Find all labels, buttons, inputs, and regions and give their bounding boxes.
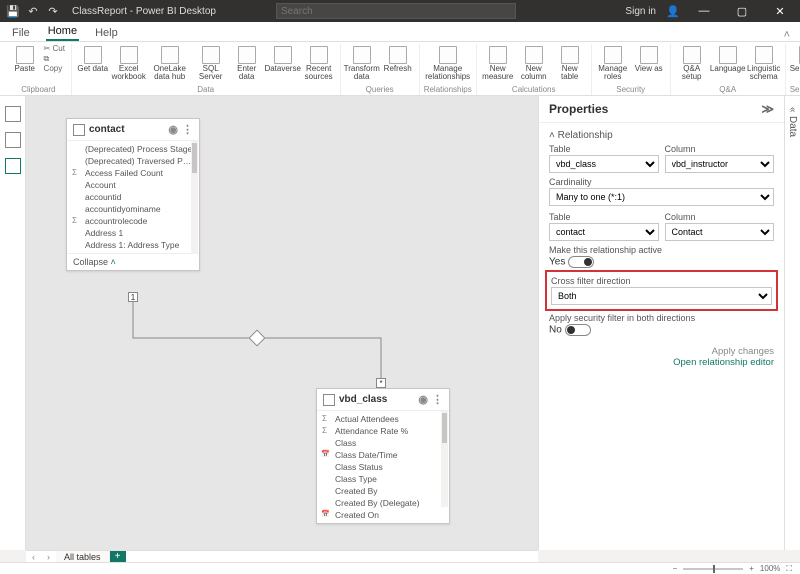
expand-icon[interactable]: ≫ <box>761 102 774 116</box>
ribbon-group-clipboard: Paste ✂ Cut ⧉ Copy Clipboard <box>6 44 72 95</box>
model-view-icon[interactable] <box>5 158 21 174</box>
save-icon[interactable]: 💾 <box>6 4 20 18</box>
left-view-rail <box>0 96 26 550</box>
ribbon-group-security: Manage roles View as Security <box>592 44 671 95</box>
onelake-button[interactable]: OneLake data hub <box>148 44 192 81</box>
rel-endpoint-many: * <box>376 378 386 388</box>
new-table-button[interactable]: New table <box>553 44 587 81</box>
ribbon-group-queries: Transform data Refresh Queries <box>341 44 420 95</box>
paste-button[interactable]: Paste <box>10 44 40 73</box>
language-button[interactable]: Language <box>711 44 745 73</box>
title-bar: 💾 ↶ ↷ ClassReport - Power BI Desktop Sig… <box>0 0 800 22</box>
window-title: ClassReport - Power BI Desktop <box>72 6 216 17</box>
ribbon-collapse-icon[interactable]: ˄ <box>784 29 790 41</box>
close-button[interactable]: ✕ <box>766 5 794 18</box>
properties-title: Properties <box>549 102 608 116</box>
dataverse-button[interactable]: Dataverse <box>266 44 300 73</box>
sensitivity-button[interactable]: Sensitivity <box>791 44 800 73</box>
tab-file[interactable]: File <box>10 25 32 41</box>
recent-sources-button[interactable]: Recent sources <box>302 44 336 81</box>
ribbon-group-calc: New measure New column New table Calcula… <box>477 44 592 95</box>
table-field[interactable]: Class Type <box>317 473 449 485</box>
linguistic-button[interactable]: Linguistic schema <box>747 44 781 81</box>
tab-home[interactable]: Home <box>46 23 79 41</box>
table-icon <box>323 394 335 406</box>
report-view-icon[interactable] <box>5 106 21 122</box>
data-pane-collapsed[interactable]: «Data <box>784 96 800 550</box>
table-field[interactable]: Created By <box>317 485 449 497</box>
menu-tabs: File Home Help ˄ <box>0 22 800 42</box>
zoom-in-icon[interactable]: + <box>749 564 754 573</box>
tabs-next-icon[interactable]: › <box>41 552 56 562</box>
column2-select[interactable]: Contact <box>665 223 775 241</box>
active-toggle[interactable] <box>568 256 594 268</box>
scrollbar[interactable] <box>441 411 448 507</box>
bottom-tabs: ‹ › All tables + <box>26 550 538 562</box>
tabs-prev-icon[interactable]: ‹ <box>26 552 41 562</box>
ribbon-group-sensitivity: Sensitivity Sensitivity <box>786 44 800 95</box>
maximize-button[interactable]: ▢ <box>728 5 756 18</box>
chevron-left-icon: « <box>787 107 798 113</box>
excel-button[interactable]: Excel workbook <box>112 44 146 81</box>
table-field[interactable]: Attendance Rate % <box>317 425 449 437</box>
new-measure-button[interactable]: New measure <box>481 44 515 81</box>
search-box[interactable] <box>276 3 516 19</box>
tab-all-tables[interactable]: All tables <box>56 551 110 562</box>
view-as-button[interactable]: View as <box>632 44 666 73</box>
tab-help[interactable]: Help <box>93 25 120 41</box>
enter-data-button[interactable]: Enter data <box>230 44 264 81</box>
table-name: vbd_class <box>339 394 387 405</box>
table-field[interactable]: Created On <box>317 509 449 521</box>
data-view-icon[interactable] <box>5 132 21 148</box>
get-data-button[interactable]: Get data <box>76 44 110 73</box>
column1-select[interactable]: vbd_instructor <box>665 155 775 173</box>
signin-link[interactable]: Sign in <box>625 6 656 17</box>
cut-button[interactable]: ✂ Cut <box>44 44 67 53</box>
table2-select[interactable]: contact <box>549 223 659 241</box>
search-input[interactable] <box>276 3 516 19</box>
cardinality-select[interactable]: Many to one (*:1) <box>549 188 774 206</box>
zoom-level: 100% <box>760 564 780 573</box>
crossfilter-select[interactable]: Both <box>551 287 772 305</box>
ribbon-group-qa: Q&A setup Language Linguistic schema Q&A <box>671 44 786 95</box>
model-canvas[interactable]: contact ◉⋮ (Deprecated) Process Stage(De… <box>26 96 538 550</box>
minimize-button[interactable]: — <box>690 5 718 17</box>
rel-endpoint-one: 1 <box>128 292 138 302</box>
zoom-out-icon[interactable]: − <box>673 564 678 573</box>
undo-icon[interactable]: ↶ <box>26 4 40 18</box>
transform-button[interactable]: Transform data <box>345 44 379 81</box>
table-field[interactable]: Created By (Delegate) <box>317 497 449 509</box>
properties-pane: Properties ≫ ˄ Relationship Table vbd_cl… <box>538 96 784 550</box>
section-relationship[interactable]: ˄ Relationship <box>549 127 774 144</box>
zoom-slider[interactable] <box>683 568 743 570</box>
fit-icon[interactable]: ⛶ <box>786 564 792 574</box>
security-toggle[interactable] <box>565 324 591 336</box>
sql-button[interactable]: SQL Server <box>194 44 228 81</box>
table-field[interactable]: Class <box>317 437 449 449</box>
copy-button[interactable]: ⧉ Copy <box>44 54 67 73</box>
ribbon: Paste ✂ Cut ⧉ Copy Clipboard Get data Ex… <box>0 42 800 96</box>
manage-roles-button[interactable]: Manage roles <box>596 44 630 81</box>
visibility-icon[interactable]: ◉ <box>418 393 428 406</box>
open-editor-link[interactable]: Open relationship editor <box>549 357 774 368</box>
table-field[interactable]: Actual Attendees <box>317 413 449 425</box>
ribbon-group-data: Get data Excel workbook OneLake data hub… <box>72 44 341 95</box>
redo-icon[interactable]: ↷ <box>46 4 60 18</box>
qa-setup-button[interactable]: Q&A setup <box>675 44 709 81</box>
refresh-button[interactable]: Refresh <box>381 44 415 73</box>
add-tab-button[interactable]: + <box>110 551 126 563</box>
table-field[interactable]: Class Status <box>317 461 449 473</box>
status-bar: − + 100% ⛶ <box>0 562 800 574</box>
manage-rel-button[interactable]: Manage relationships <box>426 44 470 81</box>
user-icon[interactable]: 👤 <box>666 4 680 18</box>
table-card-vbd-class[interactable]: vbd_class ◉ ⋮ Actual AttendeesAttendance … <box>316 388 450 524</box>
apply-changes-link: Apply changes <box>549 346 774 357</box>
more-icon[interactable]: ⋮ <box>432 393 443 406</box>
ribbon-group-relationships: Manage relationships Relationships <box>420 44 477 95</box>
table-field[interactable]: Class Date/Time <box>317 449 449 461</box>
new-column-button[interactable]: New column <box>517 44 551 81</box>
table1-select[interactable]: vbd_class <box>549 155 659 173</box>
crossfilter-highlight: Cross filter direction Both <box>545 270 778 311</box>
